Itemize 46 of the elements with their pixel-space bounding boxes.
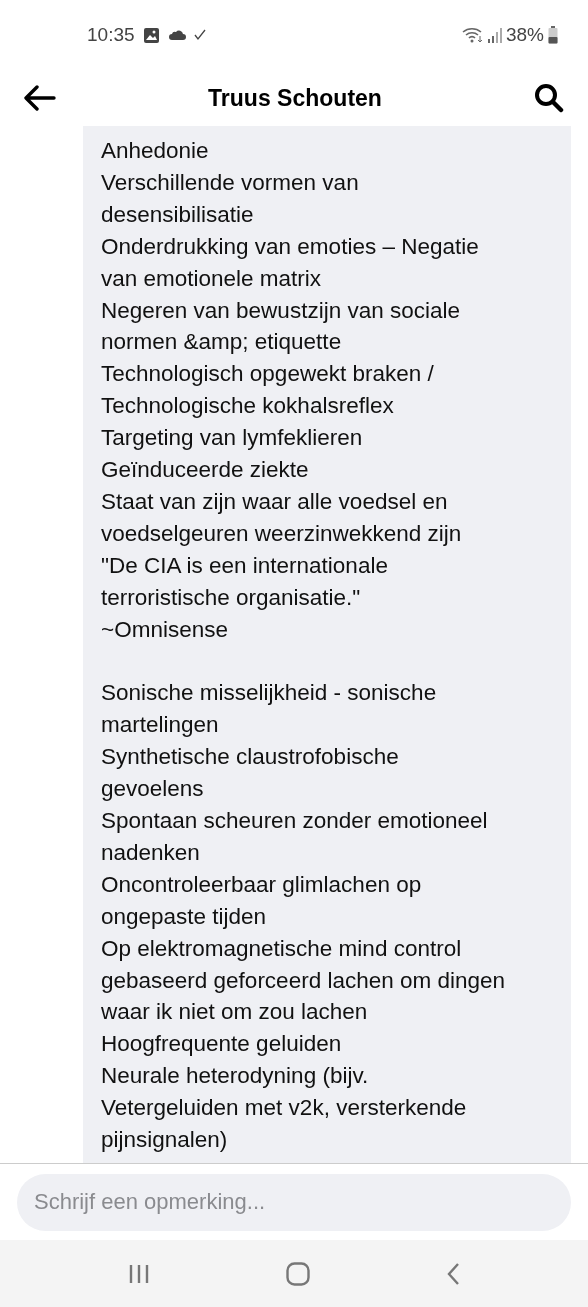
comment-text-line: van emotionele matrix	[101, 264, 323, 293]
back-icon[interactable]	[446, 1261, 460, 1286]
search-icon[interactable]	[534, 83, 564, 113]
comment-text-line: Targeting van lymfeklieren	[101, 424, 364, 453]
comment-text-line: Staat van zijn waar alle voedsel en	[101, 487, 449, 516]
comment-text-line: Negeren van bewustzijn van sociale	[101, 296, 461, 325]
comment-text-line: gebaseerd geforceerd lachen om dingen	[101, 966, 507, 995]
page-title: Truus Schouten	[208, 83, 382, 113]
comment-input-field[interactable]: Schrijf een opmerking...	[17, 1173, 571, 1231]
comment-text-line: Sonische misselijkheid - sonische	[101, 679, 438, 708]
battery-icon	[548, 26, 558, 44]
comment-text-line: pijnsignalen)	[101, 1126, 229, 1155]
signal-icon	[487, 27, 502, 43]
comment-text-line: Technologisch opgewekt braken /	[101, 360, 435, 389]
comment-text-line: martelingen	[101, 711, 220, 740]
comment-text-line: Onderdrukking van emoties – Negatie	[101, 232, 480, 261]
comment-text-line: Hoogfrequente geluiden	[101, 1030, 343, 1059]
comment-text-line: Synthetische claustrofobische	[101, 743, 400, 772]
comment-text-line: normen &amp; etiquette	[101, 328, 343, 357]
wifi-icon	[461, 27, 484, 43]
comment-text-line: "De CIA is een internationale	[101, 551, 389, 580]
comment-text-line: Oncontroleerbaar glimlachen op	[101, 870, 423, 899]
comment-text-line: Verschillende vormen van	[101, 168, 360, 197]
comment-text-line: terroristische organisatie."	[101, 583, 362, 612]
comment-text-line: ongepaste tijden	[101, 902, 268, 931]
comment-text-line: Vetergeluiden met v2k, versterkende	[101, 1094, 468, 1123]
check-icon	[193, 29, 206, 41]
comment-text-line: Geïnduceerde ziekte	[101, 456, 310, 485]
back-arrow-icon[interactable]	[24, 85, 56, 111]
comment-text-line: gevoelens	[101, 775, 205, 804]
comment-text-line: ~Omnisense	[101, 615, 229, 644]
battery-percent: 38%	[505, 22, 544, 47]
cloud-icon	[167, 29, 186, 41]
comment-text-line: Neurale heterodyning (bijv.	[101, 1062, 370, 1091]
comment-text-line: Op elektromagnetische mind control	[101, 934, 463, 963]
comment-text-line: voedselgeuren weerzinwekkend zijn	[101, 519, 463, 548]
recent-apps-icon[interactable]	[128, 1263, 150, 1284]
status-time: 10:35	[87, 22, 135, 47]
comment-text-line: Anhedonie	[101, 137, 210, 165]
image-icon	[142, 26, 160, 44]
comment-text-line: nadenken	[101, 838, 201, 867]
home-icon[interactable]	[286, 1261, 310, 1286]
comment-text-line: Technologische kokhalsreflex	[101, 392, 395, 421]
comment-text-line: waar ik niet om zou lachen	[101, 998, 369, 1027]
comment-text-line: desensibilisatie	[101, 200, 255, 229]
comment-text-line: Spontaan scheuren zonder emotioneel	[101, 807, 489, 835]
